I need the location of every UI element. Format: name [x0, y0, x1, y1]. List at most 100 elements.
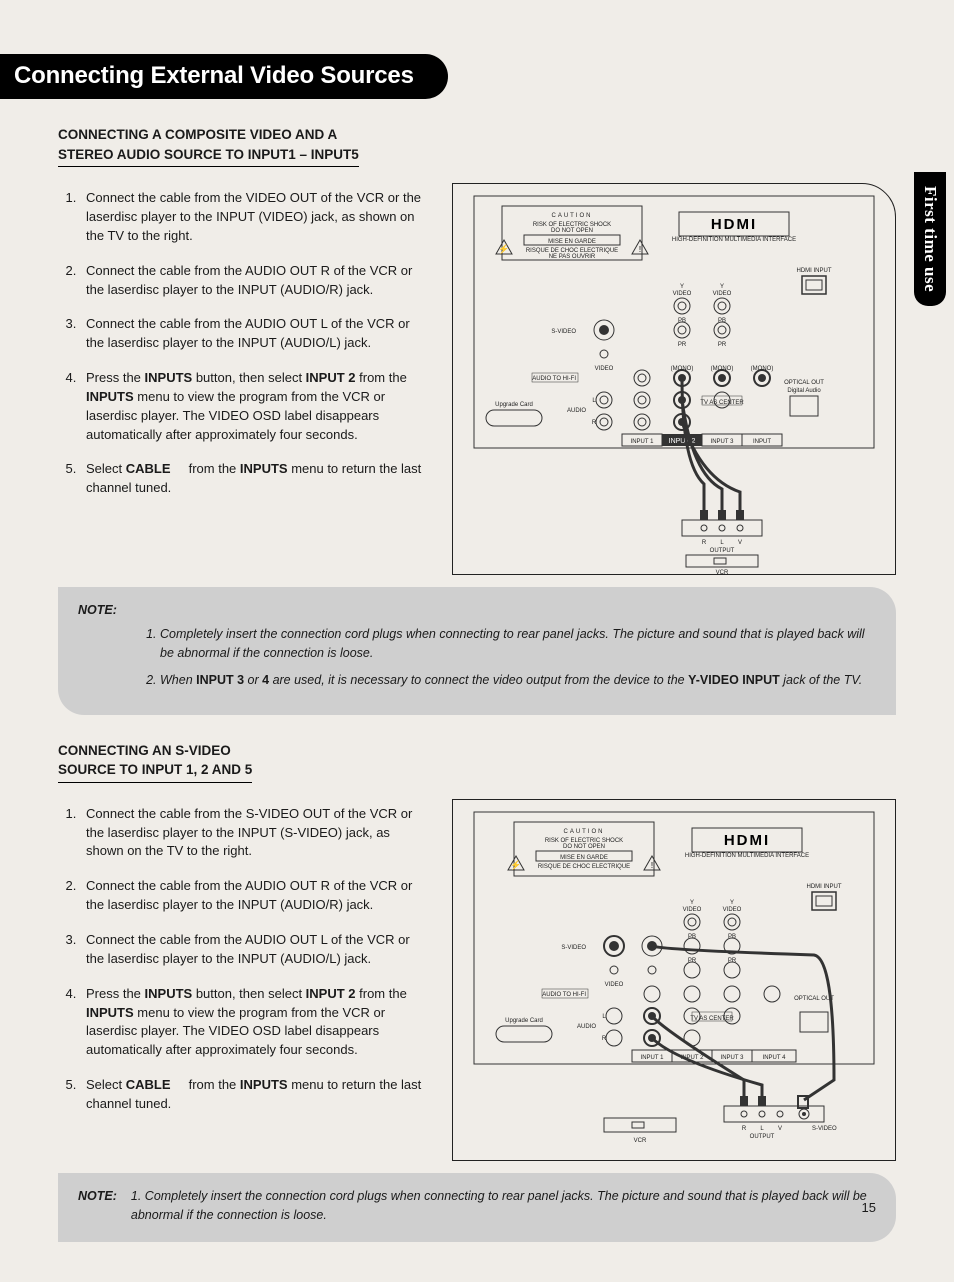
step-5: Select CABLE from the INPUTS menu to ret… — [80, 460, 428, 498]
svg-text:Y: Y — [690, 900, 694, 906]
optical-label: OPTICAL OUT — [784, 380, 824, 386]
page-title: Connecting External Video Sources — [14, 62, 414, 89]
input1-label: INPUT 1 — [631, 439, 655, 445]
hdmi-sub: HIGH-DEFINITION MULTIMEDIA INTERFACE — [672, 237, 796, 243]
s5-b2: INPUTS — [240, 461, 288, 476]
svg-text:INPUT 4: INPUT 4 — [763, 1055, 787, 1061]
d2-output: OUTPUT — [750, 1134, 775, 1140]
note2-label: NOTE: — [78, 1187, 117, 1226]
step2-5: Select CABLE from the INPUTS menu to ret… — [80, 1076, 428, 1114]
s4-b3: INPUTS — [86, 389, 134, 404]
d2-mise: MISE EN GARDE — [560, 855, 608, 861]
output-label: OUTPUT — [710, 548, 735, 554]
d2-c2: DO NOT OPEN — [563, 844, 605, 850]
d2-video: VIDEO — [605, 982, 624, 988]
vcr-label: VCR — [716, 570, 729, 574]
svg-text:!: ! — [651, 861, 653, 870]
s24-t2: button, then select — [192, 986, 305, 1001]
s25-t1: Select — [86, 1077, 126, 1092]
svg-text:!: ! — [639, 245, 641, 254]
section1-heading-line2: STEREO AUDIO SOURCE TO INPUT1 – INPUT5 — [58, 145, 359, 168]
d2-pb1: PB — [688, 934, 696, 940]
svg-text:Y: Y — [680, 284, 684, 290]
d2-ol: L — [760, 1126, 764, 1132]
step2-1: Connect the cable from the S-VIDEO OUT o… — [80, 805, 428, 862]
mono2: (MONO) — [711, 366, 734, 372]
d2-pr1: PR — [688, 958, 697, 964]
input3-label: INPUT 3 — [711, 439, 735, 445]
y-video-2: VIDEO — [713, 291, 732, 297]
diagram-2: CAUTION RISK OF ELECTRIC SHOCK DO NOT OP… — [452, 799, 896, 1161]
note1-text1: Completely insert the connection cord pl… — [160, 627, 865, 660]
caution-l2: DO NOT OPEN — [551, 228, 593, 234]
s24-b1: INPUTS — [145, 986, 193, 1001]
s25-t2: from the — [185, 1077, 240, 1092]
d2-sv-out: S-VIDEO — [812, 1126, 837, 1132]
section1-steps: Connect the cable from the VIDEO OUT of … — [58, 189, 428, 498]
s4-b2: INPUT 2 — [306, 370, 356, 385]
svideo-label: S-VIDEO — [551, 329, 576, 335]
d2-svideo: S-VIDEO — [561, 945, 586, 951]
section2-heading-line2: SOURCE TO INPUT 1, 2 AND 5 — [58, 760, 252, 783]
video-label: VIDEO — [595, 366, 614, 372]
d2-yv1: VIDEO — [683, 907, 702, 913]
step-3: Connect the cable from the AUDIO OUT L o… — [80, 315, 428, 353]
step2-3: Connect the cable from the AUDIO OUT L o… — [80, 931, 428, 969]
step2-2: Connect the cable from the AUDIO OUT R o… — [80, 877, 428, 915]
n2-b1: INPUT 3 — [196, 673, 244, 687]
d2-yv2: VIDEO — [723, 907, 742, 913]
audio-r: R — [592, 420, 597, 426]
n2-t1: When — [160, 673, 196, 687]
s24-t3: from the — [356, 986, 407, 1001]
audio-label: AUDIO — [567, 408, 586, 414]
d2-audio: AUDIO — [577, 1024, 596, 1030]
d2-vcr: VCR — [634, 1138, 647, 1144]
pb1: PB — [678, 318, 686, 324]
s5-t2: from the — [185, 461, 240, 476]
d2-ar: R — [602, 1036, 607, 1042]
d2-in3: INPUT 3 — [721, 1055, 745, 1061]
digital-audio: Digital Audio — [787, 388, 821, 394]
s24-b2: INPUT 2 — [306, 986, 356, 1001]
side-tab-label: First time use — [921, 186, 940, 292]
section1-heading: CONNECTING A COMPOSITE VIDEO AND A STERE… — [58, 125, 896, 167]
step2-4: Press the INPUTS button, then select INP… — [80, 985, 428, 1060]
d2-m1: RISQUE DE CHOC ELECTRIQUE — [538, 864, 630, 870]
mono1: (MONO) — [671, 366, 694, 372]
note-box-1: NOTE: Completely insert the connection c… — [58, 587, 896, 715]
s5-b1: CABLE — [126, 461, 171, 476]
audio-hifi-label: AUDIO TO HI-FI — [532, 376, 576, 382]
side-tab: First time use — [914, 172, 946, 306]
d2-hdmi: HDMI — [724, 832, 770, 849]
section1-heading-line1: CONNECTING A COMPOSITE VIDEO AND A — [58, 127, 337, 142]
n2-t3: are used, it is necessary to connect the… — [269, 673, 688, 687]
svg-text:⚡: ⚡ — [510, 859, 521, 871]
d2-upgrade: Upgrade Card — [505, 1018, 543, 1024]
d2-hifi: AUDIO TO HI-FI — [542, 992, 586, 998]
out-v: V — [738, 540, 742, 546]
step2-2-text: Connect the cable from the AUDIO OUT R o… — [86, 878, 412, 912]
pr2: PR — [718, 342, 727, 348]
s25-b2: INPUTS — [240, 1077, 288, 1092]
d2-hdmi-in: HDMI INPUT — [807, 884, 842, 890]
d2-or: R — [742, 1126, 747, 1132]
hdmi-input-label: HDMI INPUT — [797, 268, 832, 274]
s4-t3: from the — [356, 370, 407, 385]
s5-t1: Select — [86, 461, 126, 476]
d2-opt: OPTICAL OUT — [794, 996, 834, 1002]
note1-item1: Completely insert the connection cord pl… — [160, 625, 876, 664]
step-1: Connect the cable from the VIDEO OUT of … — [80, 189, 428, 246]
s4-b1: INPUTS — [145, 370, 193, 385]
y-video-1: VIDEO — [673, 291, 692, 297]
page-title-bar: Connecting External Video Sources — [0, 54, 448, 99]
s25-b1: CABLE — [126, 1077, 171, 1092]
note1-item2: When INPUT 3 or 4 are used, it is necess… — [160, 671, 876, 690]
step-3-text: Connect the cable from the AUDIO OUT L o… — [86, 316, 410, 350]
d2-pr2: PR — [728, 958, 737, 964]
page-number: 15 — [862, 1200, 876, 1215]
note-box-2: NOTE: 1. Completely insert the connectio… — [58, 1173, 896, 1242]
step-4: Press the INPUTS button, then select INP… — [80, 369, 428, 444]
svg-text:Y: Y — [720, 284, 724, 290]
s24-t1: Press the — [86, 986, 145, 1001]
n2-t4: jack of the TV. — [780, 673, 862, 687]
